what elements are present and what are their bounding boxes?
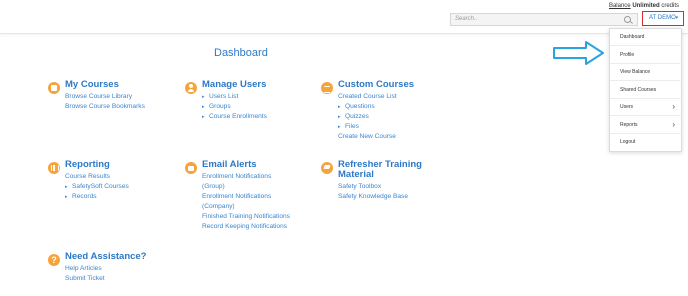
section-links: ▸ Users List ▸ Groups ▸ Course Enrollments	[202, 92, 267, 122]
link-record-keeping-notifications[interactable]: Record Keeping Notifications	[202, 222, 290, 232]
link-label: Files	[345, 123, 359, 130]
user-menu-button[interactable]: AT DEMO ▾	[642, 11, 684, 26]
caret-right-icon: ▸	[202, 94, 205, 100]
section-heading[interactable]: Email Alerts	[202, 160, 257, 170]
menu-item-view-balance[interactable]: View Balance	[610, 64, 683, 81]
section-links: Course Results ▸ SafetySoft Courses ▸ Reco…	[65, 172, 129, 202]
book-icon	[48, 82, 60, 94]
link-label: Questions	[345, 103, 375, 110]
section-links: Browse Course Library Browse Course Book…	[65, 92, 145, 112]
section-heading[interactable]: My Courses	[65, 80, 119, 90]
link-created-course-list[interactable]: Created Course List	[338, 92, 397, 102]
menu-item-shared-courses[interactable]: Shared Courses	[610, 82, 683, 99]
user-dropdown-menu: Dashboard Profile View Balance Shared Co…	[609, 28, 683, 152]
chevron-right-icon: ›	[672, 102, 675, 111]
link-label: Course Enrollments	[209, 113, 267, 120]
menu-item-profile[interactable]: Profile	[610, 47, 683, 64]
user-name-label: AT DEMO	[649, 15, 676, 21]
link-help-articles[interactable]: Help Articles	[65, 264, 105, 274]
section-links: Created Course List ▸ Questions ▸ Quizzes …	[338, 92, 397, 142]
menu-item-label: View Balance	[620, 69, 651, 75]
credits-value: Unlimited	[632, 3, 660, 9]
link-finished-training-notifications[interactable]: Finished Training Notifications	[202, 212, 290, 222]
link-label: Users List	[209, 93, 239, 100]
link-questions[interactable]: ▸ Questions	[338, 102, 397, 112]
credits-info: Balance Unlimited credits	[609, 3, 679, 9]
section-links: Enrollment Notifications (Group) Enrollm…	[202, 172, 290, 232]
section-heading[interactable]: Reporting	[65, 160, 110, 170]
caret-right-icon: ▸	[65, 184, 68, 190]
menu-item-dashboard[interactable]: Dashboard	[610, 29, 683, 46]
menu-item-reports[interactable]: Reports ›	[610, 117, 683, 134]
link-browse-course-bookmarks[interactable]: Browse Course Bookmarks	[65, 102, 145, 112]
caret-right-icon: ▸	[202, 104, 205, 110]
menu-item-label: Shared Courses	[620, 86, 657, 93]
caret-right-icon: ▸	[338, 104, 341, 110]
chevron-right-icon: ›	[672, 119, 675, 129]
menu-item-label: Logout	[620, 139, 636, 145]
credits-suffix: credits	[661, 3, 679, 9]
page-title: Dashboard	[214, 47, 268, 59]
link-course-results[interactable]: Course Results	[65, 172, 129, 182]
heading-line-2: Material	[338, 169, 374, 180]
menu-item-label: Reports	[620, 121, 638, 128]
search-placeholder: Search..	[455, 16, 478, 22]
link-course-enrollments[interactable]: ▸ Course Enrollments	[202, 112, 267, 122]
caret-right-icon: ▸	[338, 124, 341, 130]
caret-right-icon: ▸	[202, 114, 205, 120]
link-submit-ticket[interactable]: Submit Ticket	[65, 274, 105, 284]
caret-right-icon: ▸	[338, 114, 341, 120]
link-create-new-course[interactable]: Create New Course	[338, 132, 397, 142]
user-icon	[185, 82, 197, 94]
graduation-cap-icon	[321, 162, 333, 174]
menu-item-label: Profile	[620, 51, 635, 58]
link-groups[interactable]: ▸ Groups	[202, 102, 267, 112]
link-label: Groups	[209, 103, 231, 110]
link-safety-toolbox[interactable]: Safety Toolbox	[338, 182, 408, 192]
list-icon	[321, 82, 333, 94]
top-bar: Balance Unlimited credits Search.. AT DE…	[0, 0, 688, 34]
section-heading[interactable]: Need Assistance?	[65, 252, 147, 262]
link-safety-knowledge-base[interactable]: Safety Knowledge Base	[338, 192, 408, 202]
section-heading[interactable]: Manage Users	[202, 80, 266, 90]
menu-item-label: Dashboard	[620, 34, 645, 40]
search-input[interactable]: Search..	[450, 13, 638, 26]
report-icon	[48, 162, 60, 174]
caret-down-icon: ▾	[675, 15, 678, 21]
link-quizzes[interactable]: ▸ Quizzes	[338, 112, 397, 122]
link-label: Records	[72, 193, 97, 200]
link-label: Quizzes	[345, 113, 369, 120]
section-heading[interactable]: Custom Courses	[338, 80, 414, 90]
link-safetysoft-courses[interactable]: ▸ SafetySoft Courses	[65, 182, 129, 192]
arrow-right-icon	[553, 41, 604, 65]
balance-link[interactable]: Balance	[609, 3, 631, 9]
section-links: Safety Toolbox Safety Knowledge Base	[338, 182, 408, 202]
caret-right-icon: ▸	[65, 194, 68, 200]
section-links: Help Articles Submit Ticket	[65, 264, 105, 284]
link-enrollment-notifications-company[interactable]: Enrollment Notifications	[202, 192, 290, 202]
link-users-list[interactable]: ▸ Users List	[202, 92, 267, 102]
menu-item-users[interactable]: Users ›	[610, 99, 683, 116]
dashboard-page: Balance Unlimited credits Search.. AT DE…	[0, 0, 688, 296]
link-records[interactable]: ▸ Records	[65, 192, 129, 202]
link-label: SafetySoft Courses	[72, 183, 129, 190]
section-heading[interactable]: Refresher Training Material	[338, 160, 422, 180]
link-files[interactable]: ▸ Files	[338, 122, 397, 132]
link-browse-course-library[interactable]: Browse Course Library	[65, 92, 145, 102]
menu-item-label: Users	[620, 104, 634, 110]
envelope-icon	[185, 162, 197, 174]
link-enrollment-notifications-company-suffix[interactable]: (Company)	[202, 202, 290, 212]
menu-item-logout[interactable]: Logout	[610, 134, 683, 151]
link-enrollment-notifications-group-suffix[interactable]: (Group)	[202, 182, 290, 192]
link-enrollment-notifications-group[interactable]: Enrollment Notifications	[202, 172, 290, 182]
question-icon	[48, 254, 60, 266]
search-icon[interactable]	[624, 16, 631, 23]
